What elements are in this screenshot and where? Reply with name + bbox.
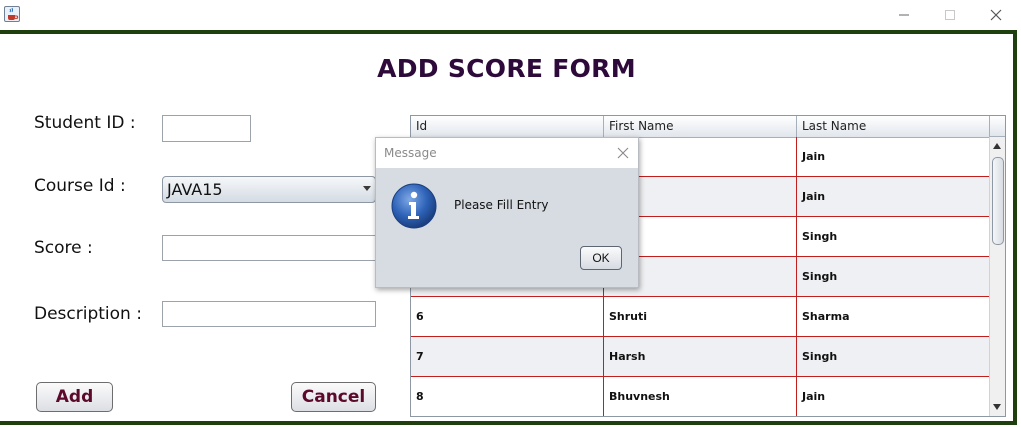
cell-first-name: Bhuvnesh [604, 377, 797, 416]
cell-last-name: Jain [797, 137, 990, 177]
table-row[interactable]: 7 Harsh Singh [411, 337, 990, 377]
cancel-button[interactable]: Cancel [291, 382, 376, 412]
cell-id: 7 [411, 337, 604, 377]
cell-last-name: Singh [797, 217, 990, 257]
close-icon [617, 147, 629, 159]
column-header-first-name[interactable]: First Name [604, 116, 797, 137]
scroll-up-icon[interactable] [993, 143, 1001, 149]
dialog-message: Please Fill Entry [454, 198, 549, 212]
cell-first-name: Harsh [604, 337, 797, 377]
table-vertical-scrollbar[interactable] [989, 137, 1005, 416]
course-id-dropdown[interactable]: JAVA15 [162, 176, 376, 203]
dialog-title: Message [384, 146, 437, 160]
maximize-icon [945, 10, 955, 20]
info-icon [390, 182, 438, 230]
cell-last-name: Singh [797, 257, 990, 297]
cell-id: 6 [411, 297, 604, 337]
score-input[interactable] [162, 235, 376, 261]
table-header-corner [989, 116, 1005, 137]
window-titlebar [0, 0, 1021, 30]
course-id-label: Course Id : [34, 176, 126, 196]
dialog-titlebar: Message [376, 138, 638, 168]
student-id-input[interactable] [162, 115, 251, 142]
cell-first-name: Shruti [604, 297, 797, 337]
description-label: Description : [34, 304, 142, 324]
scrollbar-thumb[interactable] [992, 157, 1004, 245]
cell-id: 8 [411, 377, 604, 416]
table-header: Id First Name Last Name [411, 116, 990, 138]
student-id-label: Student ID : [34, 113, 136, 133]
cell-last-name: Jain [797, 177, 990, 217]
add-button[interactable]: Add [36, 382, 113, 412]
description-input[interactable] [162, 301, 376, 327]
chevron-down-icon [363, 186, 371, 191]
score-label: Score : [34, 238, 93, 258]
ok-button[interactable]: OK [580, 246, 622, 270]
java-cup-icon [4, 6, 20, 22]
scroll-down-icon[interactable] [993, 404, 1001, 410]
close-window-button[interactable] [973, 0, 1019, 30]
close-icon [990, 9, 1002, 21]
course-id-selected-value: JAVA15 [167, 180, 223, 199]
minimize-button[interactable] [881, 0, 927, 30]
cell-last-name: Sharma [797, 297, 990, 337]
cell-last-name: Jain [797, 377, 990, 416]
minimize-icon [899, 14, 909, 16]
dialog-close-button[interactable] [616, 145, 630, 159]
table-row[interactable]: 8 Bhuvnesh Jain [411, 377, 990, 416]
cell-last-name: Singh [797, 337, 990, 377]
form-title: ADD SCORE FORM [377, 54, 636, 83]
table-row[interactable]: 6 Shruti Sharma [411, 297, 990, 337]
message-dialog: Message Please Fill Entry OK [375, 137, 639, 288]
maximize-button[interactable] [927, 0, 973, 30]
column-header-last-name[interactable]: Last Name [797, 116, 990, 137]
column-header-id[interactable]: Id [411, 116, 604, 137]
